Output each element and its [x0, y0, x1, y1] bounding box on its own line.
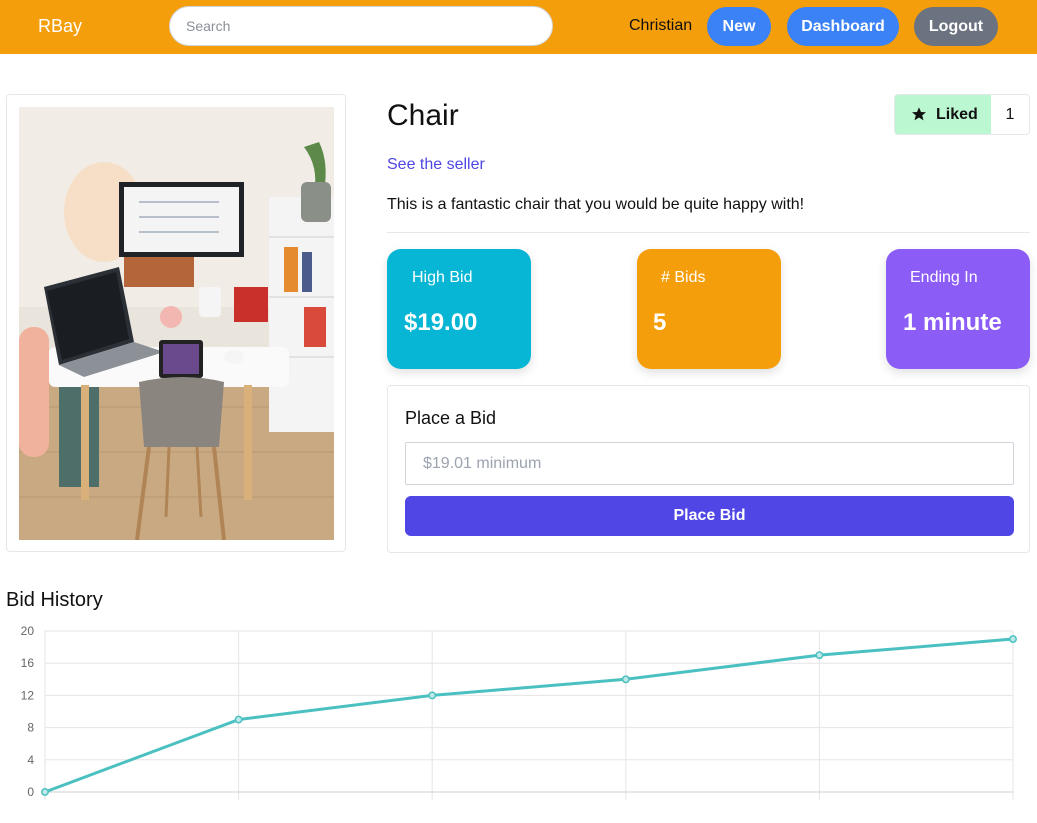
bid-point — [1009, 635, 1017, 643]
bid-point — [41, 788, 49, 796]
star-icon — [912, 107, 926, 121]
place-bid-card: Place a Bid Place Bid — [387, 385, 1030, 553]
logout-button[interactable]: Logout — [914, 7, 998, 46]
divider — [387, 232, 1030, 233]
item-image-card — [6, 94, 346, 552]
bid-point — [815, 651, 824, 660]
liked-label: Liked — [936, 106, 978, 123]
ending-in-card: Ending In 1 minute — [886, 249, 1030, 369]
bids-count-card: # Bids 5 — [637, 249, 781, 369]
search-input[interactable] — [169, 6, 553, 46]
y-tick-label: 4 — [27, 753, 34, 767]
y-tick-label: 8 — [27, 721, 34, 735]
high-bid-label: High Bid — [412, 269, 473, 286]
bid-history-title: Bid History — [6, 589, 103, 611]
bids-count-label: # Bids — [661, 269, 706, 286]
see-seller-link[interactable]: See the seller — [387, 156, 485, 174]
bid-point — [621, 675, 630, 684]
new-button[interactable]: New — [707, 7, 771, 46]
y-tick-label: 0 — [27, 785, 34, 799]
y-tick-label: 12 — [21, 688, 35, 702]
like-count: 1 — [1005, 106, 1015, 123]
top-navbar: RBay Christian New Dashboard Logout — [0, 0, 1037, 54]
item-description: This is a fantastic chair that you would… — [387, 196, 805, 213]
bid-point — [234, 715, 243, 724]
y-tick-label: 16 — [21, 656, 35, 670]
user-name: Christian — [629, 17, 693, 34]
bid-point — [428, 691, 437, 700]
item-title: Chair — [387, 99, 459, 132]
bids-count-value: 5 — [653, 309, 667, 336]
high-bid-value: $19.00 — [404, 309, 478, 336]
y-tick-label: 20 — [21, 624, 35, 638]
ending-in-value: 1 minute — [903, 309, 1002, 336]
place-bid-title: Place a Bid — [405, 408, 497, 428]
brand-logo[interactable]: RBay — [38, 16, 82, 37]
dashboard-button[interactable]: Dashboard — [787, 7, 899, 46]
bid-history-line — [44, 637, 1014, 794]
bid-history-chart: 0 4 8 12 16 20 — [21, 624, 1017, 800]
like-group: Liked 1 — [894, 94, 1030, 135]
bid-amount-input[interactable] — [405, 442, 1014, 485]
high-bid-card: High Bid $19.00 — [387, 249, 531, 369]
ending-in-label: Ending In — [910, 269, 978, 286]
liked-button[interactable]: Liked — [895, 95, 991, 134]
item-photo — [19, 107, 334, 540]
place-bid-button[interactable]: Place Bid — [405, 496, 1014, 536]
